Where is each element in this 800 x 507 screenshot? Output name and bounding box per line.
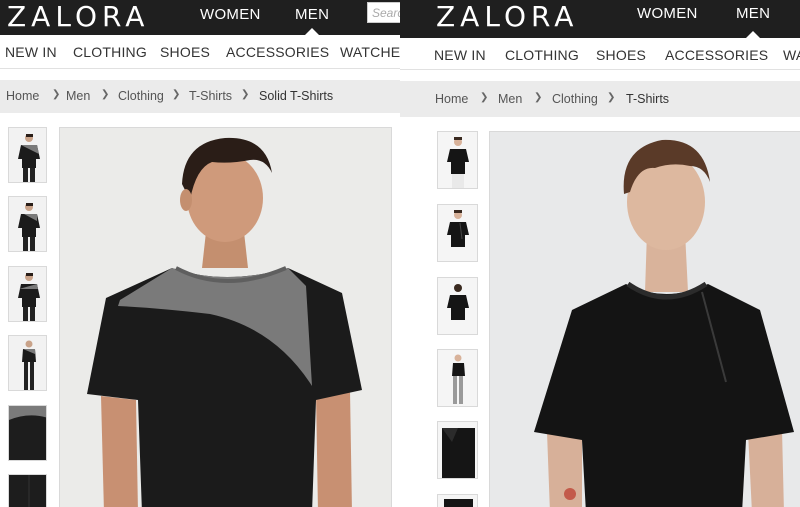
category-clothing[interactable]: CLOTHING: [505, 47, 579, 63]
chevron-right-icon: ❯: [534, 92, 543, 103]
header-bar: ZALORA WOMEN MEN: [400, 0, 800, 38]
chevron-right-icon: ❯: [52, 89, 61, 100]
product-main-image[interactable]: [489, 131, 800, 507]
product-thumbnail[interactable]: [437, 421, 478, 479]
product-thumbnail[interactable]: [8, 127, 47, 183]
search-input[interactable]: Search: [367, 2, 400, 23]
nav-men[interactable]: MEN: [736, 6, 770, 21]
category-new-in[interactable]: NEW IN: [434, 47, 486, 63]
nav-women[interactable]: WOMEN: [200, 7, 261, 22]
breadcrumb-tshirts[interactable]: T-Shirts: [189, 89, 232, 103]
chevron-right-icon: ❯: [101, 89, 110, 100]
category-watches[interactable]: WA: [783, 47, 800, 63]
product-thumbnail[interactable]: [8, 474, 47, 507]
category-shoes[interactable]: SHOES: [160, 44, 210, 60]
chevron-right-icon: ❯: [241, 89, 250, 100]
product-thumbnail[interactable]: [8, 196, 47, 252]
product-thumbnail[interactable]: [437, 277, 478, 335]
product-thumbnail[interactable]: [437, 349, 478, 407]
category-accessories[interactable]: ACCESSORIES: [665, 47, 768, 63]
header-bar: ZALORA WOMEN MEN Search: [0, 0, 400, 35]
breadcrumb-home[interactable]: Home: [435, 92, 468, 106]
chevron-right-icon: ❯: [480, 92, 489, 103]
product-thumbnail[interactable]: [437, 131, 478, 189]
left-product-page: ZALORA WOMEN MEN Search NEW IN CLOTHING …: [0, 0, 400, 507]
zalora-logo[interactable]: ZALORA: [436, 3, 578, 31]
product-thumbnail[interactable]: [8, 266, 47, 322]
right-product-page: ZALORA WOMEN MEN NEW IN CLOTHING SHOES A…: [400, 0, 800, 507]
breadcrumb: Home ❯ Men ❯ Clothing ❯ T-Shirts ❯ Solid…: [0, 80, 400, 113]
nav-women[interactable]: WOMEN: [637, 6, 698, 21]
product-thumbnail[interactable]: [437, 204, 478, 262]
category-new-in[interactable]: NEW IN: [5, 44, 57, 60]
category-nav: NEW IN CLOTHING SHOES ACCESSORIES WA: [400, 38, 800, 70]
category-watches[interactable]: WATCHES: [340, 44, 400, 60]
product-main-image[interactable]: [59, 127, 392, 507]
active-caret-icon: [305, 28, 319, 35]
category-shoes[interactable]: SHOES: [596, 47, 646, 63]
category-nav: NEW IN CLOTHING SHOES ACCESSORIES WATCHE…: [0, 35, 400, 69]
breadcrumb: Home ❯ Men ❯ Clothing ❯ T-Shirts: [400, 81, 800, 117]
product-thumbnail[interactable]: [8, 335, 47, 391]
category-accessories[interactable]: ACCESSORIES: [226, 44, 329, 60]
breadcrumb-men[interactable]: Men: [498, 92, 522, 106]
chevron-right-icon: ❯: [172, 89, 181, 100]
breadcrumb-clothing[interactable]: Clothing: [118, 89, 164, 103]
breadcrumb-current: Solid T-Shirts: [259, 89, 334, 103]
product-thumbnail[interactable]: [8, 405, 47, 461]
breadcrumb-men[interactable]: Men: [66, 89, 90, 103]
breadcrumb-home[interactable]: Home: [6, 89, 39, 103]
zalora-logo[interactable]: ZALORA: [7, 3, 149, 31]
active-caret-icon: [746, 31, 760, 38]
product-thumbnail[interactable]: [437, 494, 478, 507]
breadcrumb-current: T-Shirts: [626, 92, 670, 106]
nav-men[interactable]: MEN: [295, 7, 329, 22]
breadcrumb-clothing[interactable]: Clothing: [552, 92, 598, 106]
category-clothing[interactable]: CLOTHING: [73, 44, 147, 60]
chevron-right-icon: ❯: [607, 92, 616, 103]
